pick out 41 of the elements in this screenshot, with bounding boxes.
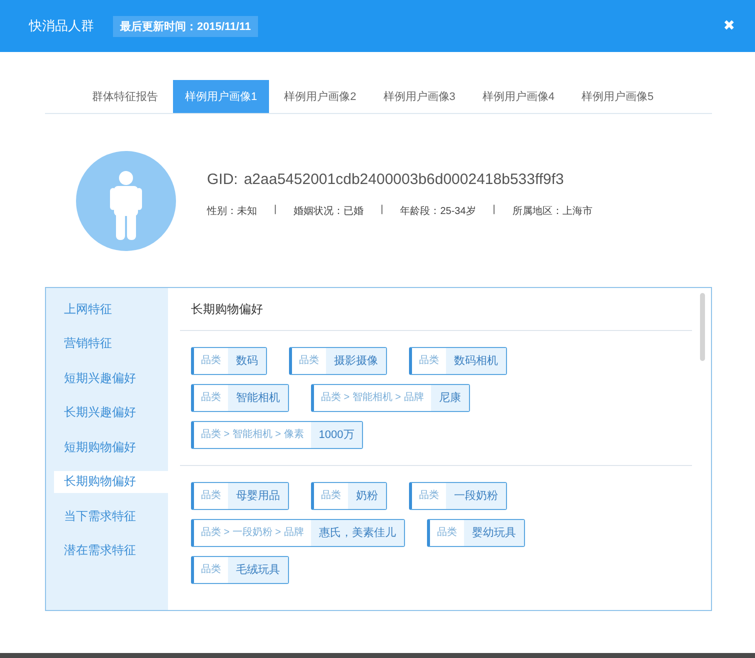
profile-attribute: 婚姻状况：已婚 — [294, 204, 364, 218]
sidebar-item[interactable]: 短期兴趣偏好 — [54, 367, 168, 389]
scrollbar[interactable] — [700, 293, 705, 361]
section-title: 长期购物偏好 — [180, 288, 692, 331]
sidebar-item[interactable]: 长期购物偏好 — [54, 470, 168, 492]
tag-value: 母婴用品 — [228, 483, 288, 509]
tag-value: 一段奶粉 — [446, 483, 506, 509]
tab[interactable]: 样例用户画像4 — [470, 80, 566, 113]
tag-value: 奶粉 — [348, 483, 386, 509]
tag-value: 惠氏，美素佳儿 — [310, 520, 404, 546]
sidebar-item[interactable]: 短期购物偏好 — [54, 436, 168, 458]
tag-value: 1000万 — [310, 422, 362, 448]
tag-value: 毛绒玩具 — [228, 557, 288, 583]
tab[interactable]: 样例用户画像3 — [371, 80, 468, 113]
tab[interactable]: 样例用户画像2 — [272, 80, 368, 113]
separator: | — [492, 204, 496, 217]
sidebar-item[interactable]: 营销特征 — [54, 332, 168, 354]
tab[interactable]: 样例用户画像5 — [570, 80, 666, 113]
tab[interactable]: 样例用户画像1 — [173, 80, 270, 113]
tag-value: 智能相机 — [228, 385, 288, 411]
gid-value: a2aa5452001cdb2400003b6d0002418b533ff9f3 — [244, 171, 564, 188]
gid-label: GID: — [207, 171, 238, 188]
tag-value: 尼康 — [430, 385, 469, 411]
tag-value: 数码 — [228, 348, 266, 374]
sidebar-item[interactable]: 潜在需求特征 — [54, 540, 168, 562]
update-time-label: 最后更新时间：2015/11/11 — [113, 16, 258, 36]
profile-attribute: 性别：未知 — [207, 204, 257, 218]
tab[interactable]: 群体特征报告 — [80, 80, 170, 113]
tag-value: 数码相机 — [446, 348, 506, 374]
profile-attribute: 年龄段：25-34岁 — [400, 204, 476, 218]
close-button[interactable]: ✖ — [723, 18, 735, 34]
window-title: 快消品人群 — [29, 17, 94, 35]
tag-value: 摄影摄像 — [326, 348, 386, 374]
sidebar-item[interactable]: 长期兴趣偏好 — [54, 402, 168, 424]
tag-value: 婴幼玩具 — [464, 520, 524, 546]
profile-attribute: 所属地区：上海市 — [512, 204, 592, 218]
avatar-icon — [76, 150, 176, 250]
sidebar-item[interactable]: 上网特征 — [54, 298, 168, 320]
separator: | — [274, 204, 277, 217]
sidebar-item[interactable]: 当下需求特征 — [54, 505, 168, 527]
separator: | — [380, 204, 384, 217]
